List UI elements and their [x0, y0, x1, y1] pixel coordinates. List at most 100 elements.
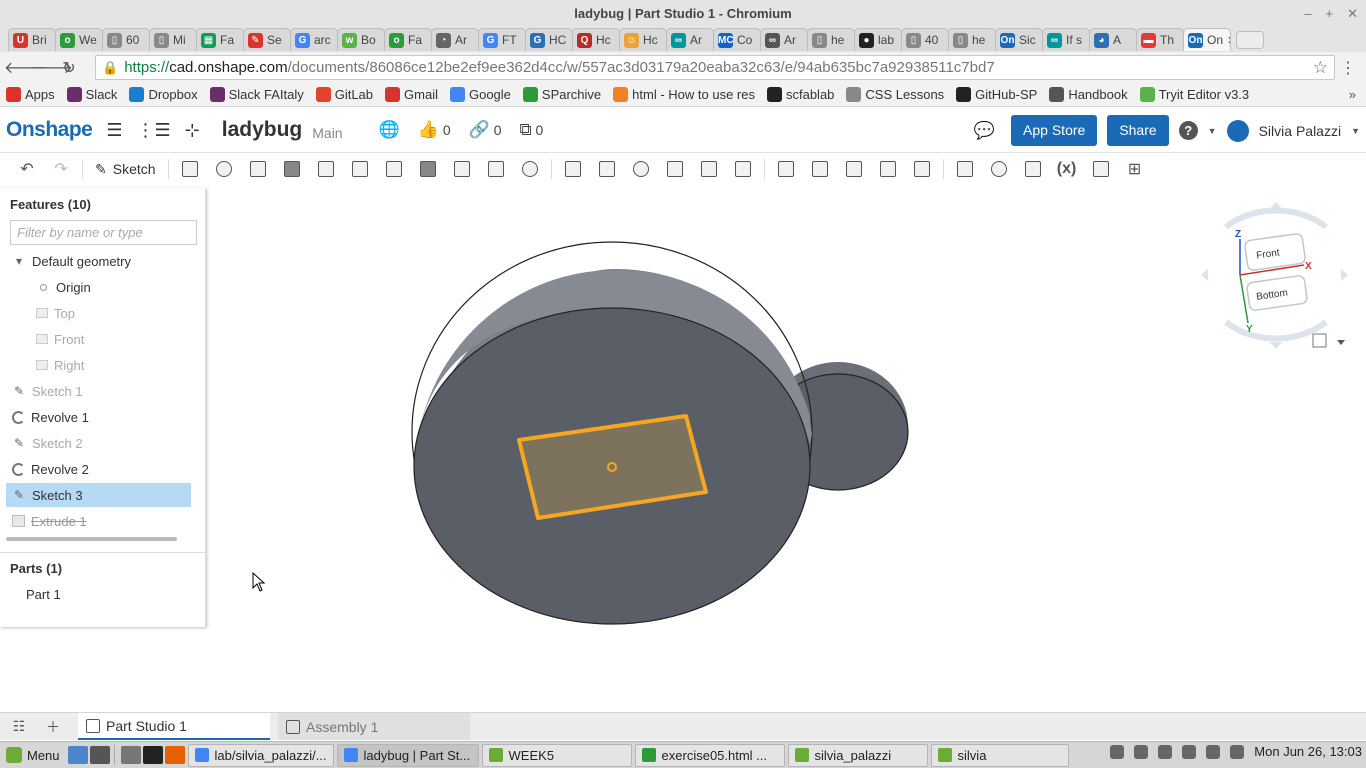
tab-assembly-1[interactable]: Assembly 1 [278, 713, 470, 740]
feature-item[interactable]: Top [6, 301, 191, 325]
window-list-icon[interactable] [120, 746, 141, 764]
helix-icon[interactable] [982, 156, 1016, 182]
likes-stat[interactable]: 👍 0 [418, 120, 451, 140]
plane-icon[interactable] [948, 156, 982, 182]
bookmark-star-icon[interactable]: ☆ [1313, 58, 1328, 78]
taskbar-window-button[interactable]: silvia_palazzi [787, 743, 928, 767]
network-icon[interactable] [1158, 744, 1173, 759]
bookmark-item[interactable]: CSS Lessons [846, 87, 944, 102]
browser-tab[interactable]: ▬ Th [1136, 28, 1184, 51]
url-omnibox[interactable]: 🔒 https://cad.onshape.com/documents/8608… [95, 55, 1335, 80]
browser-tab[interactable]: Q Hc [572, 28, 620, 51]
pattern-icon[interactable] [556, 156, 590, 182]
offset-surface-icon[interactable] [905, 156, 939, 182]
sketch-button[interactable]: ✎ Sketch [87, 156, 164, 182]
taskbar-window-button[interactable]: silvia [930, 743, 1069, 767]
browser-tab[interactable]: ∞ Ar [760, 28, 808, 51]
tab-part-studio-1[interactable]: Part Studio 1 [78, 713, 270, 740]
delete-face-icon[interactable] [803, 156, 837, 182]
forward-arrow-icon[interactable]: 🡒 [30, 57, 73, 78]
terminal-icon[interactable] [142, 746, 163, 764]
replace-face-icon[interactable] [871, 156, 905, 182]
battery-icon[interactable] [1230, 744, 1245, 759]
split-icon[interactable] [658, 156, 692, 182]
view-cube[interactable]: Front Bottom Z X Y [1196, 197, 1361, 357]
feature-item[interactable]: Revolve 1 [6, 405, 191, 429]
bookmark-item[interactable]: GitHub-SP [956, 87, 1037, 102]
browser-menu-icon[interactable]: ⋮ [1340, 58, 1356, 78]
browser-tab[interactable]: ◕ A [1089, 28, 1137, 51]
browser-tab[interactable]: ∞ Ar [666, 28, 714, 51]
help-dropdown-icon[interactable]: ▼ [1208, 126, 1217, 136]
bookmark-item[interactable]: Handbook [1049, 87, 1128, 102]
browser-tab[interactable]: ▦ Fa [196, 28, 244, 51]
feature-item[interactable]: ✎ Sketch 3 [6, 483, 191, 507]
fillet-icon[interactable] [343, 156, 377, 182]
sweep-icon[interactable] [241, 156, 275, 182]
feature-list-scrollbar[interactable] [6, 537, 177, 541]
shield-icon[interactable] [1134, 744, 1149, 759]
tab-manager-icon[interactable]: ☷ [4, 718, 34, 735]
boolean-icon[interactable] [624, 156, 658, 182]
clock[interactable]: Mon Jun 26, 13:03 [1254, 744, 1362, 759]
bookmark-item[interactable]: Slack [66, 87, 117, 102]
start-menu-button[interactable]: Menu [0, 747, 66, 763]
files-launcher-icon[interactable] [89, 746, 110, 764]
browser-tab[interactable]: ▯ 60 [102, 28, 150, 51]
more-bookmarks-icon[interactable]: » [1349, 87, 1356, 102]
minimize-icon[interactable]: – [1304, 0, 1311, 27]
browser-tab[interactable]: ● lab [854, 28, 902, 51]
loft-icon[interactable] [275, 156, 309, 182]
view-dropdown-icon[interactable] [1337, 340, 1345, 345]
plugin-icon[interactable] [1084, 156, 1118, 182]
add-custom-icon[interactable]: ⊞ [1118, 156, 1152, 182]
revolve-icon[interactable] [207, 156, 241, 182]
hamburger-menu-icon[interactable]: ☰ [106, 120, 122, 141]
user-name[interactable]: Silvia Palazzi [1259, 123, 1341, 139]
browser-tab[interactable]: OnOn✕ [1183, 28, 1231, 51]
browser-tab[interactable]: ▯ he [948, 28, 996, 51]
taskbar-window-button[interactable]: exercise05.html ... [634, 743, 785, 767]
draft-icon[interactable] [411, 156, 445, 182]
hole-icon[interactable] [513, 156, 547, 182]
view-right-arrow-icon[interactable] [1341, 269, 1348, 281]
avatar[interactable] [1226, 119, 1249, 142]
bluetooth-icon[interactable] [1182, 744, 1197, 759]
copies-stat[interactable]: ⧉ 0 [520, 120, 544, 140]
browser-tab[interactable]: ▯ 40 [901, 28, 949, 51]
rib-icon[interactable] [445, 156, 479, 182]
help-icon[interactable]: ? [1178, 121, 1198, 140]
feature-filter-input[interactable] [10, 220, 197, 245]
bookmark-item[interactable]: scfablab [766, 87, 834, 102]
view-rotate-arc-top[interactable] [1224, 207, 1328, 230]
bookmark-item[interactable]: Tryit Editor v3.3 [1139, 87, 1249, 102]
app-store-button[interactable]: App Store [1011, 115, 1098, 146]
mirror-icon[interactable] [590, 156, 624, 182]
browser-tab[interactable]: Garc [290, 28, 338, 51]
add-element-icon[interactable]: ＋ [38, 717, 68, 737]
view-rotate-arc-bottom[interactable] [1224, 319, 1328, 342]
bookmark-item[interactable]: Dropbox [129, 87, 198, 102]
delete-part-icon[interactable] [726, 156, 760, 182]
globe-icon[interactable]: 🌐 [379, 120, 400, 140]
feature-item[interactable]: Origin [6, 275, 191, 299]
browser-tab[interactable]: U Bri [8, 28, 56, 51]
share-button[interactable]: Share [1107, 115, 1169, 146]
comments-icon[interactable]: 💬 [974, 121, 995, 141]
bookmark-item[interactable]: Apps [6, 87, 55, 102]
taskbar-window-button[interactable]: lab/silvia_palazzi/... [187, 743, 334, 767]
feature-item[interactable]: Extrude 1 [6, 509, 191, 533]
browser-tab[interactable]: ◔ Ar [431, 28, 479, 51]
close-window-icon[interactable]: ✕ [1347, 0, 1358, 27]
links-stat[interactable]: 🔗 0 [469, 120, 502, 140]
feature-item[interactable]: Front [6, 327, 191, 351]
close-tab-icon[interactable]: ✕ [1227, 34, 1230, 47]
taskbar-window-button[interactable]: ladybug | Part St... [336, 743, 479, 767]
feature-item[interactable]: Right [6, 353, 191, 377]
insert-icon[interactable]: ⊹ [185, 120, 200, 141]
view-down-arrow-icon[interactable] [1270, 342, 1282, 349]
redo-icon[interactable]: ↷ [44, 156, 78, 182]
browser-tab[interactable]: ✎ Se [243, 28, 291, 51]
transform-icon[interactable] [692, 156, 726, 182]
feature-item[interactable]: ✎ Sketch 2 [6, 431, 191, 455]
